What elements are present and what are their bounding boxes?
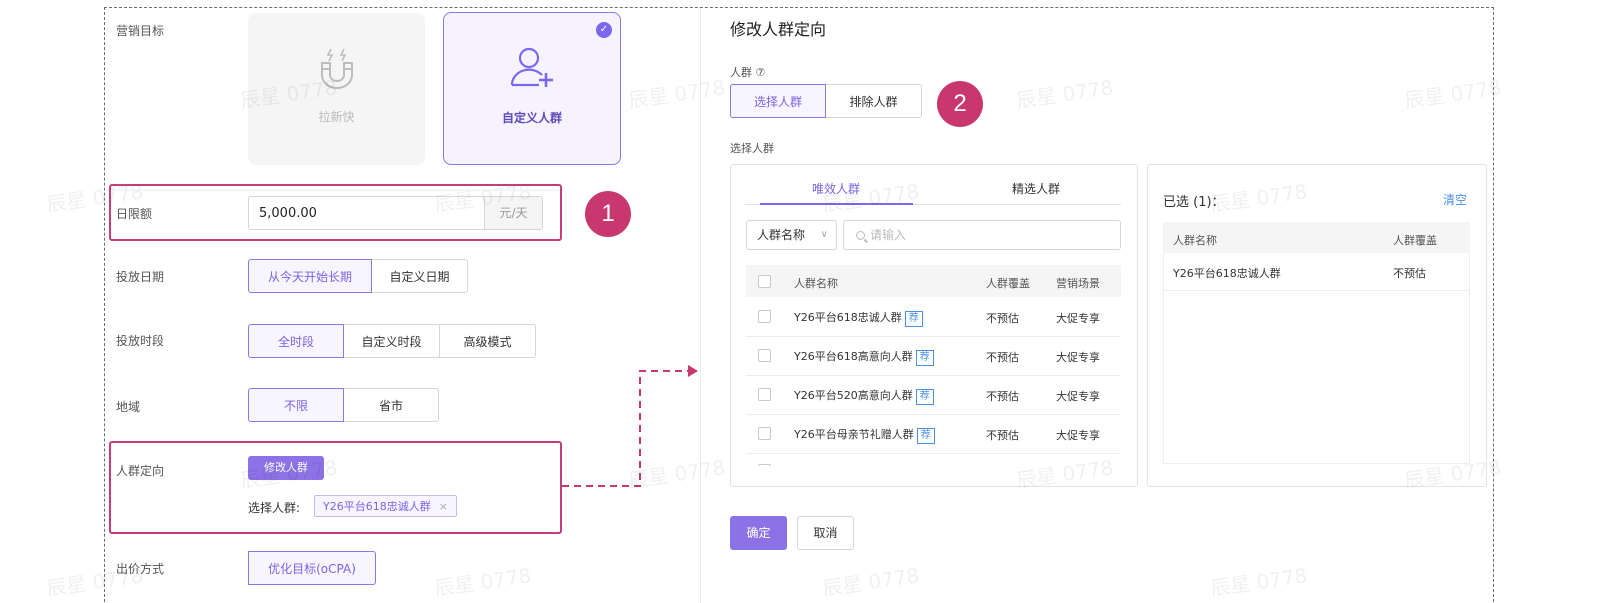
filter-select-value: 人群名称 — [757, 228, 806, 242]
region-options: 不限 省市 — [248, 388, 439, 422]
time-option-advanced[interactable]: 高级模式 — [439, 324, 536, 358]
column-header-coverage: 人群覆盖 — [986, 277, 1030, 290]
select-all-checkbox[interactable] — [758, 275, 771, 288]
date-label: 投放日期 — [116, 270, 165, 284]
row-scene: 大促专享 — [1056, 312, 1100, 325]
budget-value: 5,000.00 — [259, 206, 317, 221]
goal-label: 营销目标 — [116, 24, 165, 38]
bid-label: 出价方式 — [116, 562, 165, 576]
confirm-button[interactable]: 确定 — [730, 516, 787, 550]
connector-arrow — [562, 365, 698, 487]
date-option-custom[interactable]: 自定义日期 — [371, 259, 468, 293]
search-placeholder: 请输入 — [870, 228, 907, 242]
clear-link[interactable]: 清空 — [1443, 191, 1467, 208]
row-scene: 大促专享 — [1056, 429, 1100, 442]
time-option-all[interactable]: 全时段 — [248, 324, 344, 358]
selected-title: 已选 (1)： — [1163, 195, 1225, 210]
audience-mode-options: 选择人群 排除人群 — [730, 84, 922, 118]
mode-option-select[interactable]: 选择人群 — [730, 84, 826, 118]
region-option-unlimited[interactable]: 不限 — [248, 388, 344, 422]
row-coverage: 不预估 — [986, 390, 1019, 403]
row-coverage: 不预估 — [986, 351, 1019, 364]
tab-active-indicator — [760, 203, 913, 205]
panel-divider — [700, 8, 701, 603]
audience-label: 人群定向 — [116, 464, 165, 478]
region-option-province[interactable]: 省市 — [343, 388, 439, 422]
add-user-icon — [510, 47, 553, 87]
recommend-badge: 荐 — [904, 311, 923, 327]
time-options: 全时段 自定义时段 高级模式 — [248, 324, 536, 358]
recommend-badge: 荐 — [916, 428, 935, 444]
selected-audience-tag-label: Y26平台618忠诚人群 — [323, 500, 431, 513]
row-name: Y26平台520高意向人群 — [794, 389, 913, 402]
budget-input[interactable]: 5,000.00 元/天 — [248, 196, 543, 230]
table-header: 人群名称 人群覆盖 营销场景 — [746, 265, 1121, 297]
goal-card-new-customers[interactable]: 拉新快 — [248, 13, 425, 165]
magnet-icon — [321, 48, 353, 89]
table-row-partial — [746, 454, 1121, 466]
goal-card-custom-audience[interactable]: ✓ 自定义人群 — [443, 12, 621, 165]
row-coverage: 不预估 — [986, 429, 1019, 442]
row-scene: 大促专享 — [1056, 390, 1100, 403]
selected-column-coverage: 人群覆盖 — [1393, 234, 1437, 247]
time-label: 投放时段 — [116, 334, 165, 348]
date-options: 从今天开始长期 自定义日期 — [248, 259, 468, 293]
row-scene: 大促专享 — [1056, 351, 1100, 364]
mode-option-exclude[interactable]: 排除人群 — [825, 84, 922, 118]
date-option-long-term[interactable]: 从今天开始长期 — [248, 259, 372, 293]
goal-card-label: 自定义人群 — [501, 111, 562, 125]
audience-label-help: 人群 ⑦ — [730, 66, 766, 79]
table-row[interactable]: Y26平台520高意向人群荐 不预估 大促专享 — [746, 375, 1121, 414]
selected-table-header: 人群名称 人群覆盖 — [1163, 222, 1470, 253]
row-name: Y26平台618高意向人群 — [794, 350, 913, 363]
tab-effective-audience[interactable]: 唯效人群 — [760, 180, 912, 197]
row-coverage: 不预估 — [986, 312, 1019, 325]
row-checkbox[interactable] — [758, 310, 771, 323]
row-name: Y26平台618忠诚人群 — [794, 311, 902, 324]
selected-row: Y26平台618忠诚人群 不预估 — [1163, 253, 1470, 291]
goal-card-label: 拉新快 — [318, 110, 355, 124]
budget-label: 日限额 — [116, 207, 153, 221]
column-header-scene: 营销场景 — [1056, 277, 1100, 290]
table-row[interactable]: Y26平台618忠诚人群荐 不预估 大促专享 — [746, 297, 1121, 336]
selected-audience-prefix: 选择人群: — [248, 501, 301, 515]
row-checkbox[interactable] — [758, 349, 771, 362]
selected-row-name: Y26平台618忠诚人群 — [1173, 267, 1281, 280]
select-section-label: 选择人群 — [730, 142, 774, 155]
time-option-custom[interactable]: 自定义时段 — [343, 324, 440, 358]
row-name: Y26平台母亲节礼赠人群 — [794, 428, 914, 441]
chevron-down-icon: ∨ — [820, 229, 828, 240]
budget-suffix: 元/天 — [484, 197, 542, 229]
region-label: 地域 — [116, 400, 141, 414]
cancel-button[interactable]: 取消 — [797, 516, 854, 550]
selected-column-name: 人群名称 — [1173, 234, 1217, 247]
recommend-badge: 荐 — [915, 350, 934, 366]
column-header-name: 人群名称 — [794, 277, 838, 290]
selected-row-coverage: 不预估 — [1393, 267, 1426, 280]
search-icon — [856, 231, 865, 240]
highlight-box-audience — [109, 441, 562, 534]
step-marker-2: 2 — [937, 81, 983, 127]
modify-audience-button[interactable]: 修改人群 — [248, 456, 324, 480]
filter-select[interactable]: 人群名称 ∨ — [746, 220, 837, 250]
table-row[interactable]: Y26平台母亲节礼赠人群荐 不预估 大促专享 — [746, 414, 1121, 453]
row-checkbox[interactable] — [758, 464, 771, 466]
selected-audience-tag: Y26平台618忠诚人群 × — [314, 495, 457, 517]
bid-options: 优化目标(oCPA) — [248, 551, 376, 585]
row-checkbox[interactable] — [758, 427, 771, 440]
panel-title: 修改人群定向 — [730, 20, 827, 39]
row-checkbox[interactable] — [758, 388, 771, 401]
remove-tag-icon[interactable]: × — [439, 500, 448, 513]
checkmark-icon: ✓ — [596, 22, 612, 38]
table-row[interactable]: Y26平台618高意向人群荐 不预估 大促专享 — [746, 336, 1121, 375]
recommend-badge: 荐 — [915, 389, 934, 405]
search-input[interactable]: 请输入 — [843, 220, 1121, 250]
step-marker-1: 1 — [585, 191, 631, 237]
tab-featured-audience[interactable]: 精选人群 — [960, 180, 1112, 197]
bid-option-ocpa[interactable]: 优化目标(oCPA) — [248, 551, 376, 585]
